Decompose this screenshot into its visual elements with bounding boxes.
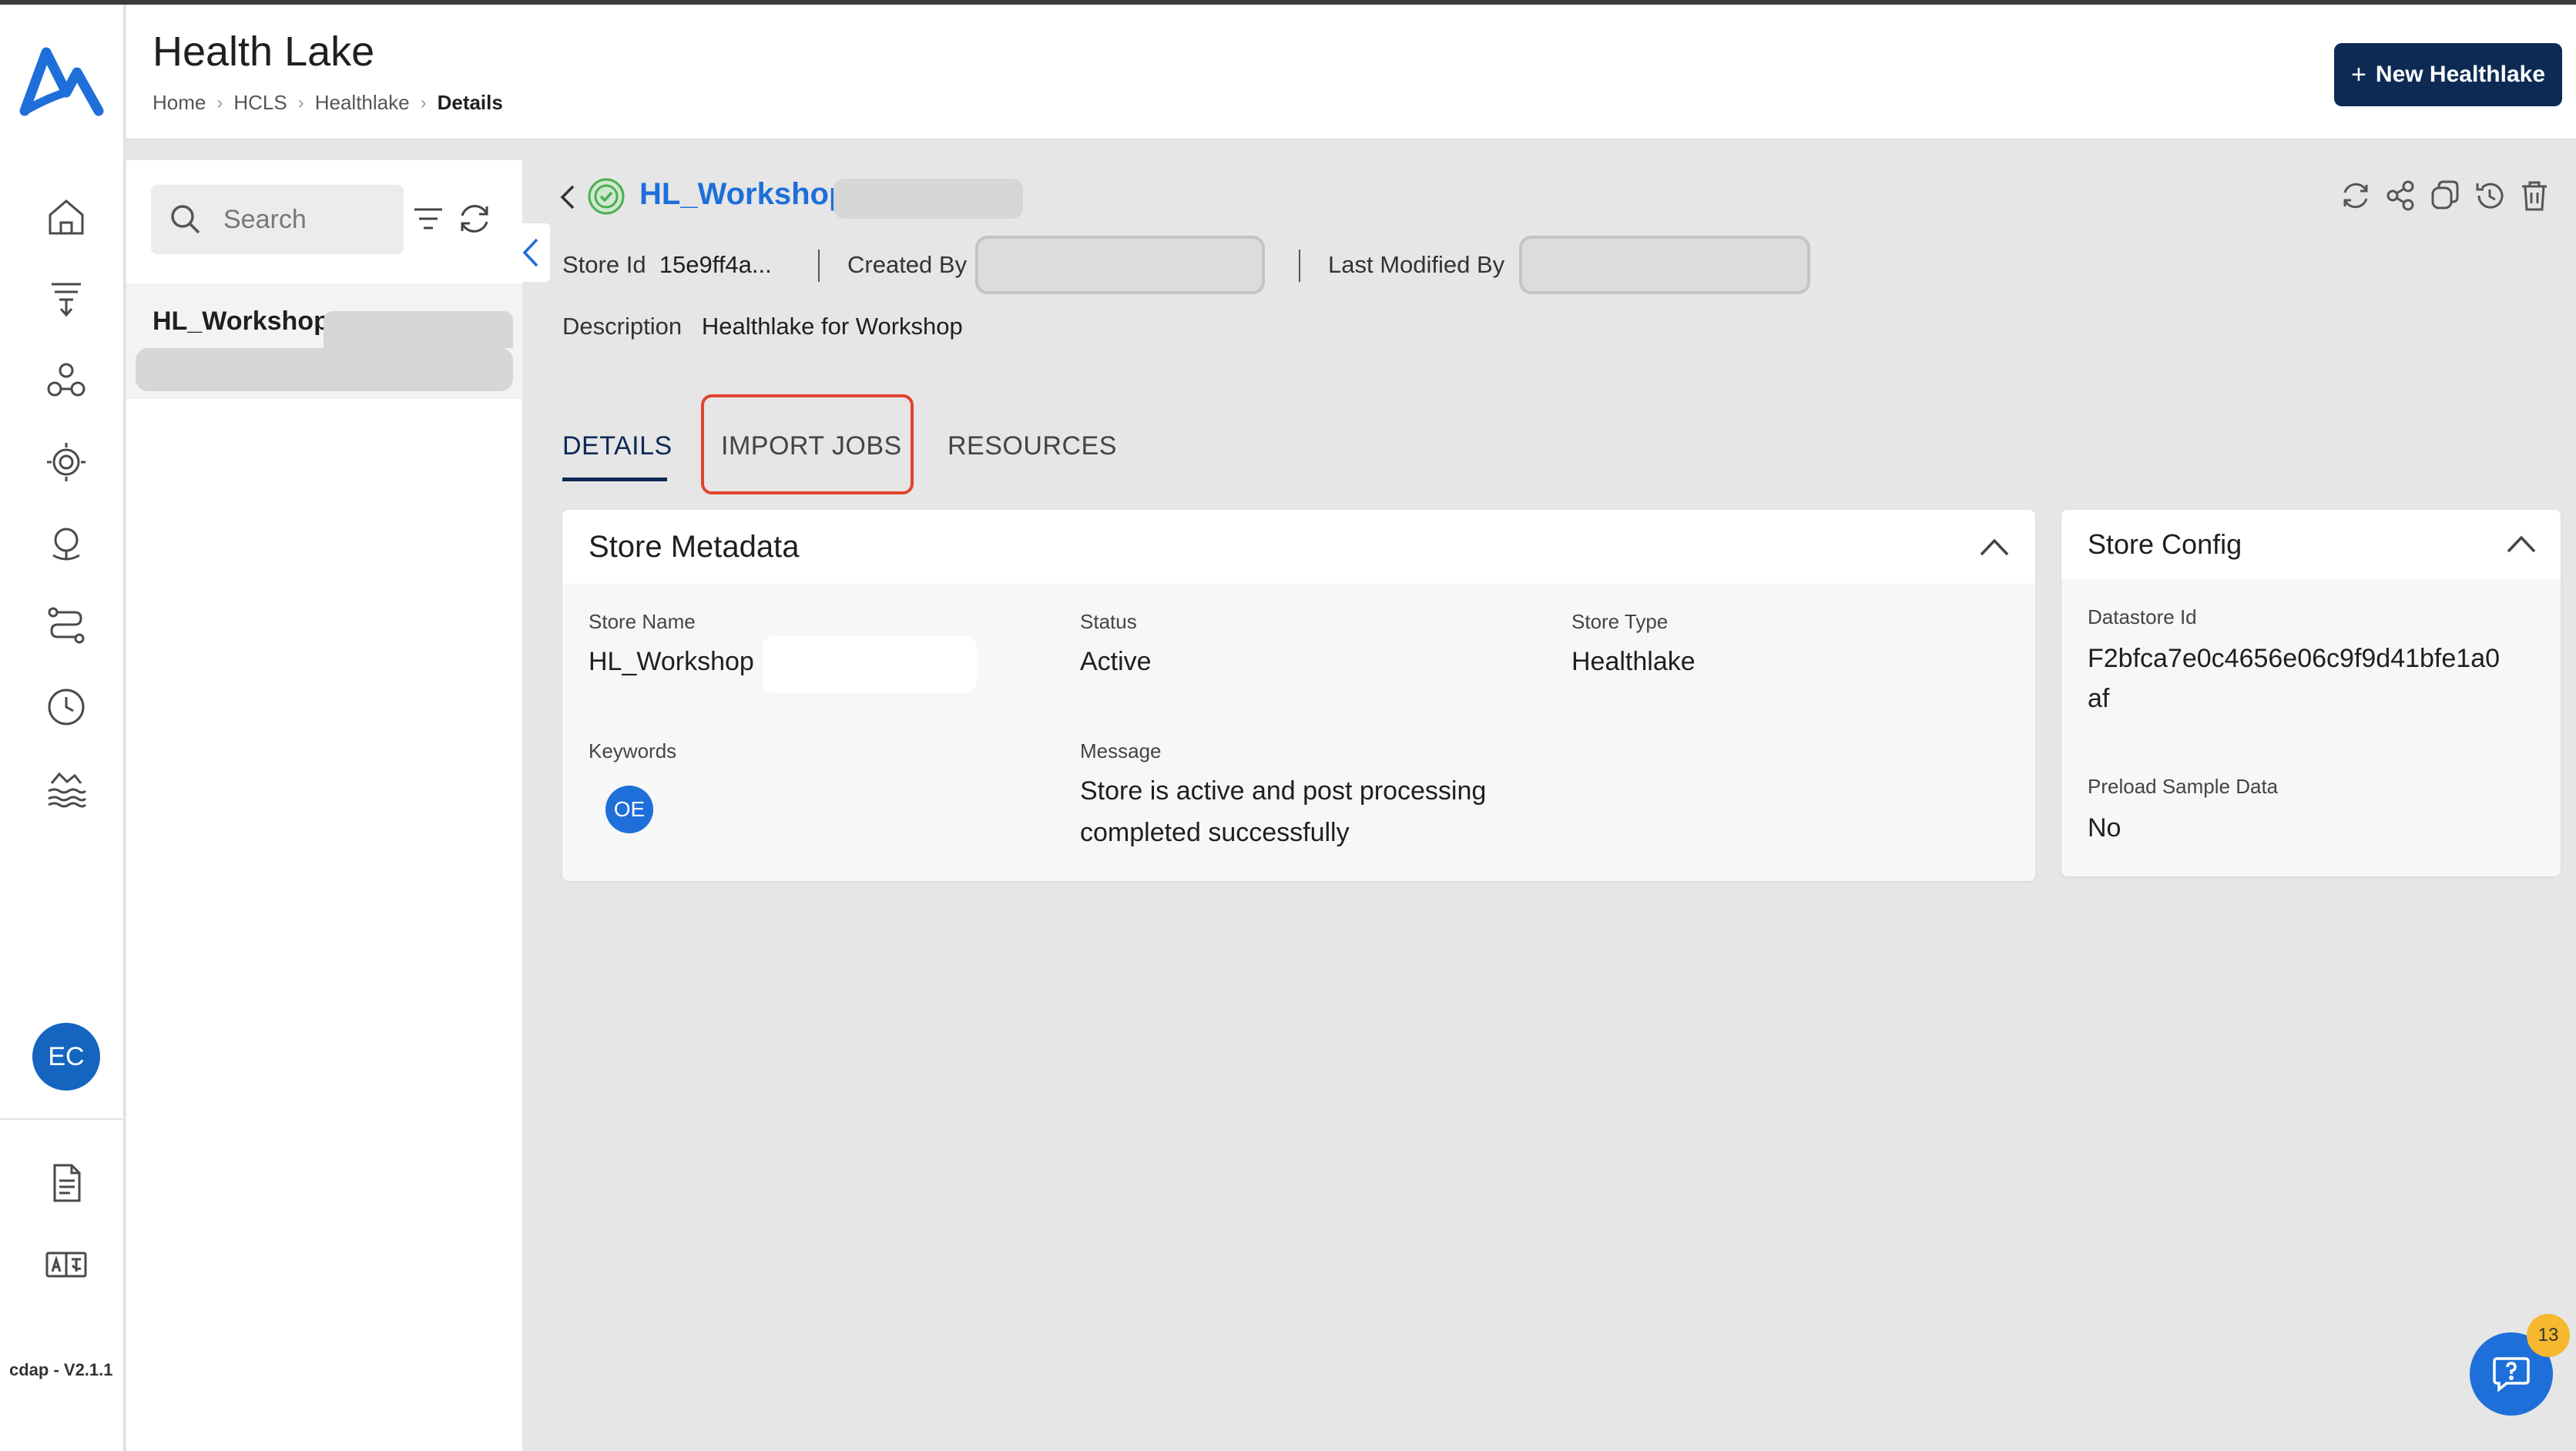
tab-import-jobs[interactable]: IMPORT JOBS: [721, 431, 902, 461]
users-group-icon[interactable]: [39, 353, 94, 408]
chevron-right-icon: ›: [420, 92, 427, 113]
store-name-value: HL_Workshop: [589, 647, 754, 676]
created-by-label: Created By: [847, 251, 968, 278]
active-tab-indicator: [562, 478, 667, 481]
keyword-badge[interactable]: OE: [605, 786, 653, 833]
new-healthlake-button[interactable]: + New Healthlake: [2334, 43, 2562, 106]
chevron-up-icon[interactable]: [1977, 530, 2012, 565]
funnel-icon[interactable]: [39, 271, 94, 327]
search-placeholder: Search: [223, 204, 307, 234]
share-icon[interactable]: [2382, 177, 2419, 214]
preload-value: No: [2088, 813, 2122, 843]
tab-details[interactable]: DETAILS: [562, 431, 673, 461]
lake-waves-icon[interactable]: [39, 761, 94, 816]
store-config-card: Store Config Datastore Id F2bfca7e0c4656…: [2061, 510, 2561, 876]
card-header: Store Config: [2061, 510, 2561, 579]
last-modified-value-redacted: [1519, 236, 1810, 294]
chevron-right-icon: ›: [216, 92, 223, 113]
redacted-block: [136, 348, 513, 391]
store-id-value: 15e9ff4a...: [659, 251, 772, 278]
breadcrumb-details: Details: [437, 91, 503, 114]
datastore-id-line-2: af: [2088, 684, 2110, 713]
filter-icon[interactable]: [410, 200, 447, 237]
datastore-id-line-1: F2bfca7e0c4656e06c9f9d41bfe1a0: [2088, 644, 2501, 673]
card-title: Store Metadata: [589, 530, 800, 564]
message-label: Message: [1080, 739, 1162, 762]
store-type-label: Store Type: [1571, 610, 1669, 633]
store-id-label: Store Id: [562, 251, 646, 278]
document-icon[interactable]: [39, 1155, 94, 1211]
page-title: Health Lake: [153, 28, 375, 75]
clock-icon[interactable]: [39, 679, 94, 735]
divider: [1299, 250, 1300, 282]
user-avatar[interactable]: EC: [32, 1023, 100, 1091]
chevron-left-icon: [522, 238, 538, 267]
description-field: Description Healthlake for Workshop: [562, 313, 963, 340]
store-list-panel: Search HL_Workshop: [126, 160, 522, 1451]
store-id-field: Store Id 15e9ff4a...: [562, 251, 772, 279]
created-by-value-redacted: [975, 236, 1265, 294]
store-metadata-card: Store Metadata Store Name HL_Workshop St…: [562, 510, 2035, 881]
home-icon[interactable]: [39, 189, 94, 245]
tab-resources[interactable]: RESOURCES: [948, 431, 1117, 461]
notification-badge: 13: [2527, 1314, 2570, 1357]
preload-label: Preload Sample Data: [2088, 775, 2279, 798]
redacted-block: [763, 636, 977, 693]
collapse-panel-button[interactable]: [510, 223, 550, 282]
redacted-block: [324, 311, 513, 348]
back-icon[interactable]: [556, 183, 578, 211]
settings-cycle-icon[interactable]: [39, 434, 94, 490]
globe-stand-icon[interactable]: [39, 516, 94, 571]
search-input[interactable]: Search: [151, 185, 404, 254]
keywords-label: Keywords: [589, 739, 677, 762]
chevron-right-icon: ›: [297, 92, 304, 113]
status-check-icon: [587, 177, 626, 216]
app-logo-icon[interactable]: [18, 43, 105, 120]
redacted-block: [834, 179, 1023, 219]
breadcrumb-hcls[interactable]: HCLS: [233, 91, 287, 115]
store-name-label: Store Name: [589, 610, 696, 633]
list-item-name: HL_Workshop: [153, 307, 330, 336]
new-healthlake-label: New Healthlake: [2375, 62, 2545, 87]
search-icon: [171, 205, 200, 234]
detail-toolbar: [2337, 177, 2553, 214]
breadcrumb-home[interactable]: Home: [153, 91, 206, 115]
description-label: Description: [562, 313, 683, 340]
status-value: Active: [1080, 647, 1152, 676]
nav-divider: [0, 1118, 125, 1120]
delete-icon[interactable]: [2516, 177, 2553, 214]
card-header: Store Metadata: [562, 510, 2035, 584]
breadcrumb-healthlake[interactable]: Healthlake: [315, 91, 410, 115]
message-line-1: Store is active and post processing: [1080, 776, 1487, 806]
chevron-up-icon[interactable]: [2504, 527, 2539, 562]
page-header: Health Lake Home › HCLS › Healthlake › D…: [126, 5, 2576, 140]
breadcrumb: Home › HCLS › Healthlake › Details: [153, 91, 503, 115]
datastore-id-label: Datastore Id: [2088, 605, 2197, 628]
copy-icon[interactable]: [2427, 177, 2464, 214]
card-title: Store Config: [2088, 528, 2242, 560]
app-version: cdap - V2.1.1: [9, 1360, 113, 1379]
status-label: Status: [1080, 610, 1137, 633]
translate-icon[interactable]: [39, 1237, 94, 1292]
chat-help-icon: [2493, 1357, 2530, 1392]
last-modified-label: Last Modified By: [1328, 251, 1505, 278]
description-value: Healthlake for Workshop: [701, 313, 963, 340]
history-icon[interactable]: [2471, 177, 2508, 214]
sync-icon[interactable]: [2337, 177, 2374, 214]
refresh-icon[interactable]: [456, 200, 493, 237]
left-nav: EC cdap - V2.1.1: [0, 5, 125, 1451]
divider: [818, 250, 820, 282]
plus-icon: +: [2351, 59, 2366, 89]
list-item[interactable]: HL_Workshop: [126, 283, 522, 399]
store-type-value: Healthlake: [1571, 647, 1696, 676]
pipeline-icon[interactable]: [39, 598, 94, 653]
message-line-2: completed successfully: [1080, 818, 1350, 847]
store-title: HL_Workshop: [639, 177, 848, 211]
